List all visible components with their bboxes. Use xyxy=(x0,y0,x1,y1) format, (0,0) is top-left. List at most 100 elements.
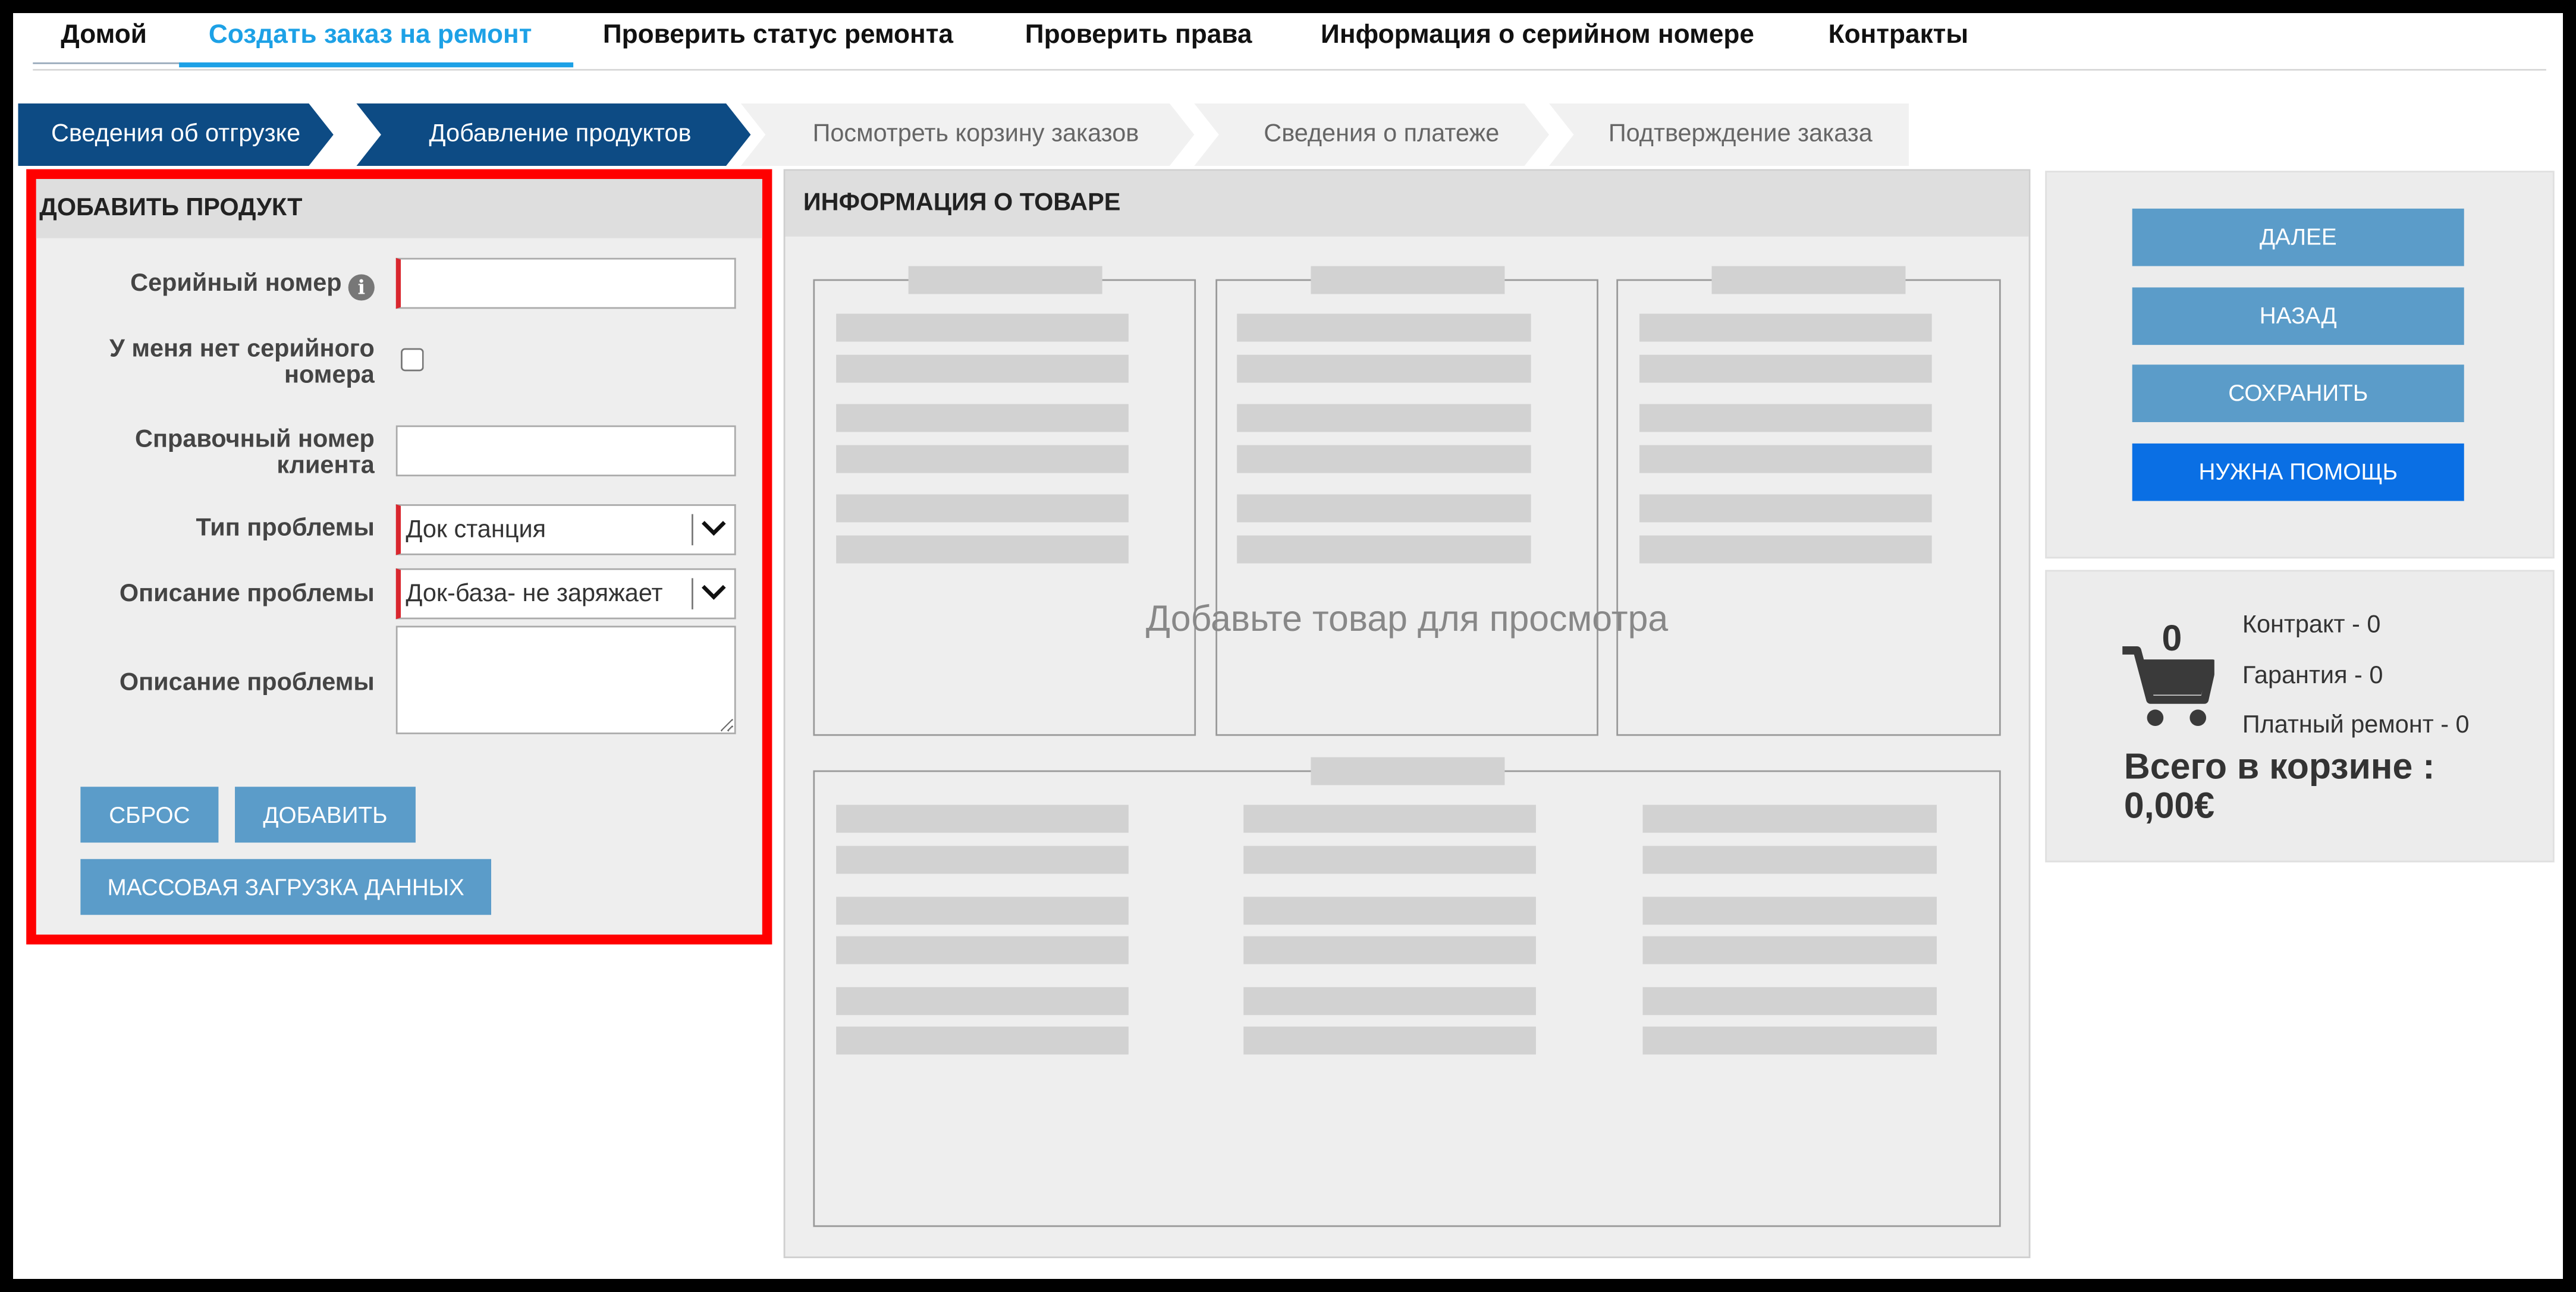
placeholder-line xyxy=(1237,494,1531,523)
nav-active-underline xyxy=(179,62,574,68)
step-order-confirmation[interactable]: Подтверждение заказа xyxy=(1549,103,1909,166)
placeholder-line xyxy=(1642,936,1937,964)
placeholder-line xyxy=(1642,987,1937,1016)
placeholder-line xyxy=(836,535,1129,564)
problem-type-value: Док станция xyxy=(406,515,546,544)
step-label: Сведения об отгрузке xyxy=(51,120,301,148)
save-button[interactable]: СОХРАНИТЬ xyxy=(2132,364,2464,422)
serial-number-input[interactable] xyxy=(395,257,736,309)
nav-check-entitlement[interactable]: Проверить права xyxy=(1025,21,1252,51)
placeholder-line xyxy=(836,445,1129,473)
step-label: Сведения о платеже xyxy=(1264,120,1500,148)
placeholder-tab xyxy=(1711,266,1906,294)
nav-create-repair-order[interactable]: Создать заказ на ремонт xyxy=(209,21,532,51)
placeholder-tab xyxy=(1311,266,1505,294)
customer-ref-label-line2: клиента xyxy=(277,451,375,480)
next-button[interactable]: ДАЛЕЕ xyxy=(2132,208,2464,266)
product-info-title: ИНФОРМАЦИЯ О ТОВАРЕ xyxy=(785,171,2029,237)
placeholder-line xyxy=(1642,1026,1937,1055)
cart-total-value: 0,00€ xyxy=(2123,785,2215,826)
chevron-down-icon xyxy=(702,521,726,536)
no-serial-label: У меня нет серийного номера xyxy=(109,335,375,389)
nav-home-underline xyxy=(33,62,181,64)
placeholder-wide-card xyxy=(813,757,2001,1227)
cart-total: Всего в корзине : 0,00€ xyxy=(2124,747,2435,826)
empty-state-message: Добавьте товар для просмотра xyxy=(1145,598,1669,639)
placeholder-line xyxy=(1642,804,1937,833)
problem-desc-select[interactable]: Док-база- не заряжает xyxy=(395,568,736,620)
help-button[interactable]: НУЖНА ПОМОЩЬ xyxy=(2132,443,2464,501)
nav-home[interactable]: Домой xyxy=(61,21,147,51)
top-nav: Домой Создать заказ на ремонт Проверить … xyxy=(33,13,2546,71)
placeholder-card xyxy=(1215,266,1598,736)
product-info-panel: ИНФОРМАЦИЯ О ТОВАРЕ Добавьте товар для п… xyxy=(783,169,2031,1259)
step-label: Посмотреть корзину заказов xyxy=(812,120,1139,148)
step-payment-info[interactable]: Сведения о платеже xyxy=(1194,103,1550,166)
placeholder-line xyxy=(836,987,1129,1016)
placeholder-line xyxy=(1639,404,1932,432)
problem-description-textarea[interactable] xyxy=(395,625,736,734)
nav-serial-info[interactable]: Информация о серийном номере xyxy=(1321,21,1754,51)
nav-check-repair-status[interactable]: Проверить статус ремонта xyxy=(603,21,953,51)
placeholder-line xyxy=(836,313,1129,342)
placeholder-line xyxy=(1237,354,1531,383)
step-label: Подтверждение заказа xyxy=(1608,120,1873,148)
placeholder-line xyxy=(1642,845,1937,874)
no-serial-label-line2: номера xyxy=(284,361,375,389)
customer-ref-input[interactable] xyxy=(395,425,736,477)
placeholder-line xyxy=(1237,535,1531,564)
add-button[interactable]: ДОБАВИТЬ xyxy=(235,787,416,843)
placeholder-card xyxy=(1616,266,2001,736)
customer-ref-label: Справочный номер клиента xyxy=(135,425,375,480)
cart-paid-repair-count: Платный ремонт - 0 xyxy=(2242,711,2470,740)
problem-desc-value: Док-база- не заряжает xyxy=(406,580,663,608)
problem-desc-label: Описание проблемы xyxy=(119,580,375,608)
placeholder-card xyxy=(813,266,1196,736)
placeholder-line xyxy=(836,494,1129,523)
placeholder-line xyxy=(836,354,1129,383)
placeholder-line xyxy=(1237,404,1531,432)
step-label: Добавление продуктов xyxy=(429,120,692,148)
placeholder-line xyxy=(1639,494,1932,523)
placeholder-line xyxy=(1243,987,1536,1016)
placeholder-line xyxy=(1237,445,1531,473)
reset-button[interactable]: СБРОС xyxy=(80,787,219,843)
placeholder-line xyxy=(1243,936,1536,964)
placeholder-line xyxy=(1639,445,1932,473)
placeholder-line xyxy=(836,404,1129,432)
info-icon[interactable]: i xyxy=(348,274,375,301)
placeholder-line xyxy=(836,845,1129,874)
chevron-down-icon xyxy=(702,584,726,600)
placeholder-tab xyxy=(908,266,1102,294)
serial-number-label: Серийный номер i xyxy=(130,269,375,301)
placeholder-line xyxy=(836,936,1129,964)
bulk-upload-button[interactable]: МАССОВАЯ ЗАГРУЗКА ДАННЫХ xyxy=(80,859,491,915)
placeholder-line xyxy=(1639,535,1932,564)
select-separator xyxy=(692,578,693,609)
problem-type-label: Тип проблемы xyxy=(196,514,375,542)
step-view-cart[interactable]: Посмотреть корзину заказов xyxy=(740,103,1195,166)
no-serial-label-line1: У меня нет серийного xyxy=(109,335,375,363)
cart-warranty-count: Гарантия - 0 xyxy=(2242,662,2383,690)
nav-contracts[interactable]: Контракты xyxy=(1829,21,1968,51)
add-product-panel: ДОБАВИТЬ ПРОДУКТ Серийный номер i У меня … xyxy=(26,169,772,945)
placeholder-line xyxy=(1237,313,1531,342)
page: Домой Создать заказ на ремонт Проверить … xyxy=(13,13,2563,1279)
back-button[interactable]: НАЗАД xyxy=(2132,287,2464,345)
cart-contract-count: Контракт - 0 xyxy=(2242,611,2381,639)
placeholder-line xyxy=(1243,804,1536,833)
no-serial-checkbox[interactable] xyxy=(401,348,424,372)
problem-text-label: Описание проблемы xyxy=(119,668,375,697)
step-add-products[interactable]: Добавление продуктов xyxy=(356,103,751,166)
placeholder-tab xyxy=(1311,757,1505,785)
serial-number-label-text: Серийный номер xyxy=(130,269,342,298)
app-frame: Домой Создать заказ на ремонт Проверить … xyxy=(13,13,2563,1279)
placeholder-line xyxy=(836,804,1129,833)
customer-ref-label-line1: Справочный номер xyxy=(135,425,375,454)
cart-total-label: Всего в корзине : xyxy=(2123,746,2435,787)
step-shipping-info[interactable]: Сведения об отгрузке xyxy=(18,103,334,166)
placeholder-line xyxy=(1243,1026,1536,1055)
cart-summary-panel: 0 Контракт - 0 Гарантия - 0 Платный ремо… xyxy=(2045,570,2555,863)
problem-type-select[interactable]: Док станция xyxy=(395,504,736,555)
placeholder-line xyxy=(1243,897,1536,925)
